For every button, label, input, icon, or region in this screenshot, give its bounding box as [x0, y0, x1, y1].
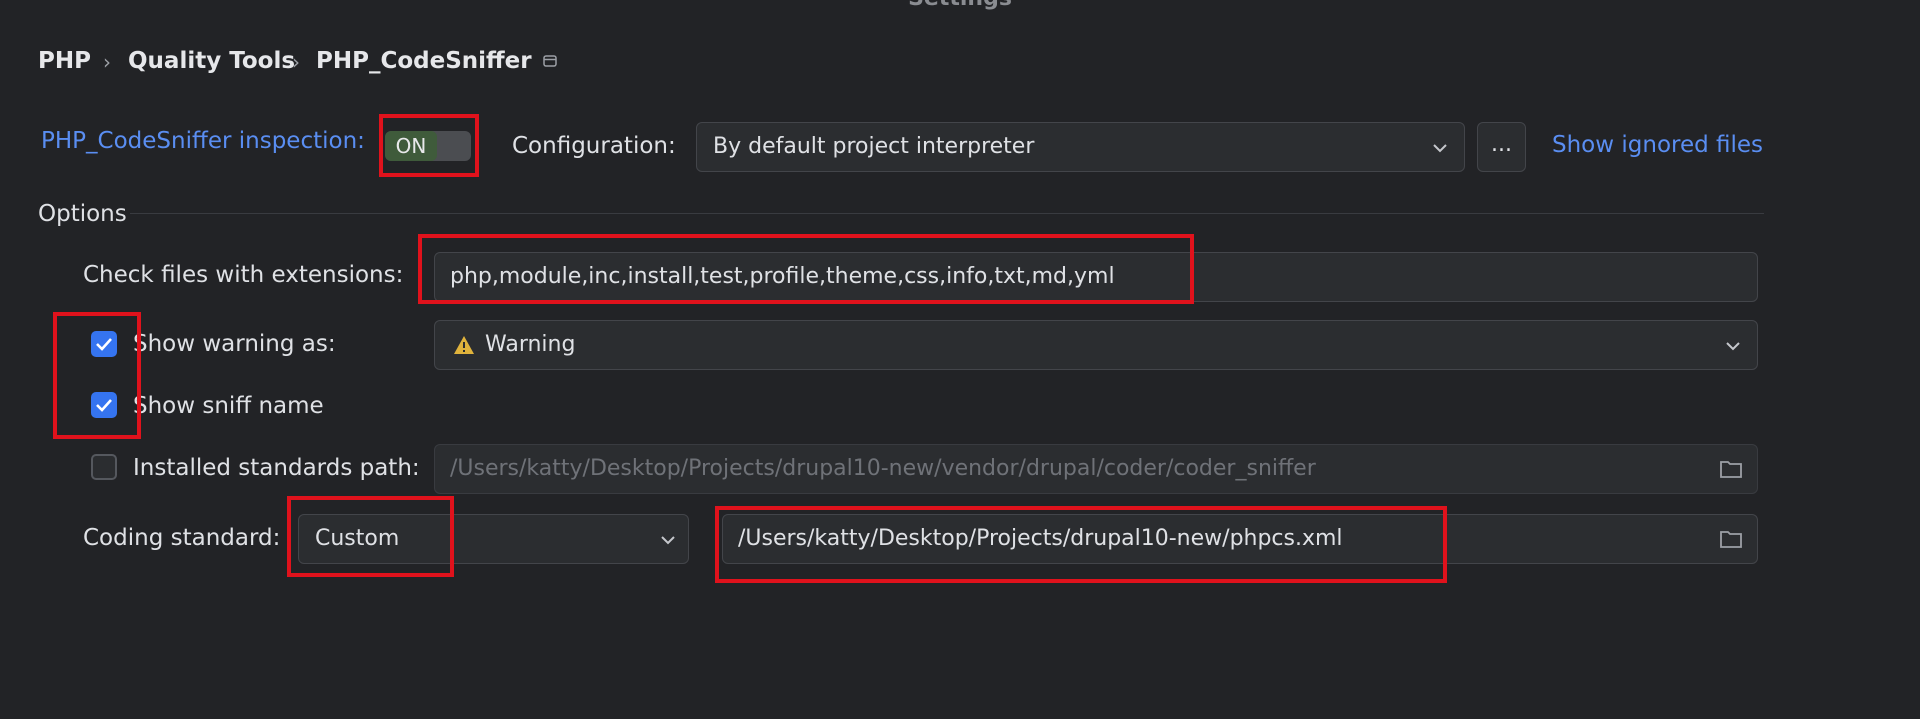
warning-level-dropdown[interactable]: Warning — [434, 320, 1758, 370]
installed-standards-path-input: /Users/katty/Desktop/Projects/drupal10-n… — [434, 444, 1758, 494]
configuration-value: By default project interpreter — [713, 134, 1035, 159]
chevron-down-icon — [661, 536, 675, 545]
highlight-box-checkboxes — [53, 312, 141, 439]
breadcrumb-separator: › — [292, 50, 300, 74]
extensions-label: Check files with extensions: — [83, 262, 404, 288]
show-ignored-files-link[interactable]: Show ignored files — [1552, 132, 1763, 158]
chevron-down-icon — [1433, 144, 1447, 153]
show-warning-label: Show warning as: — [133, 331, 336, 357]
highlight-box-coding-standard — [287, 496, 454, 577]
highlight-box-standard-path — [715, 506, 1447, 583]
installed-standards-path-value: /Users/katty/Desktop/Projects/drupal10-n… — [450, 456, 1316, 481]
highlight-box-extensions — [418, 234, 1194, 304]
breadcrumb-item-quality-tools[interactable]: Quality Tools — [128, 48, 295, 74]
warning-level-value: Warning — [485, 332, 576, 357]
warning-triangle-icon — [454, 336, 474, 354]
installed-standards-path-label: Installed standards path: — [133, 455, 420, 481]
inspection-label: PHP_CodeSniffer inspection: — [41, 128, 365, 154]
options-section-title: Options — [38, 201, 127, 227]
highlight-box-toggle — [379, 114, 479, 177]
options-divider — [130, 213, 1764, 214]
folder-icon[interactable] — [1719, 529, 1743, 549]
breadcrumb-separator: › — [103, 50, 111, 74]
breadcrumb-item-php[interactable]: PHP — [38, 48, 91, 74]
installed-standards-path-checkbox[interactable] — [91, 454, 117, 480]
folder-icon — [1720, 461, 1742, 478]
coding-standard-label: Coding standard: — [83, 525, 281, 551]
chevron-down-icon — [1726, 342, 1740, 351]
show-sniff-name-label: Show sniff name — [133, 393, 324, 419]
configuration-label: Configuration: — [512, 133, 676, 159]
configuration-more-button[interactable]: ... — [1477, 122, 1526, 172]
window-title: Settings — [0, 0, 1920, 11]
breadcrumb-item-phpcodesniffer: PHP_CodeSniffer — [316, 48, 532, 74]
configuration-dropdown[interactable]: By default project interpreter — [696, 122, 1465, 172]
window-pin-icon[interactable] — [543, 55, 557, 67]
